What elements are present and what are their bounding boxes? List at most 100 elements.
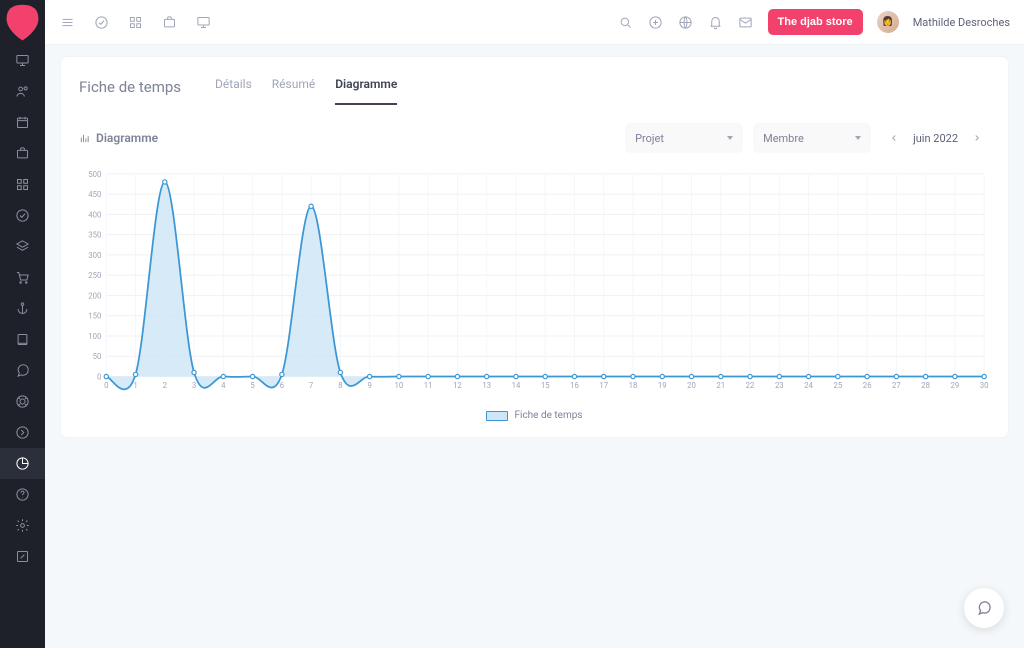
sidebar-item-chat[interactable] (0, 355, 45, 386)
filter-membre[interactable]: Membre (753, 123, 871, 153)
svg-text:24: 24 (804, 381, 813, 390)
sidebar-item-settings[interactable] (0, 510, 45, 541)
svg-text:8: 8 (338, 381, 342, 390)
inbox-button[interactable] (738, 14, 754, 30)
users-icon (15, 84, 30, 99)
add-button[interactable] (648, 14, 664, 30)
svg-text:5: 5 (250, 381, 255, 390)
sidebar (0, 0, 45, 648)
calendar-icon (15, 115, 30, 130)
tab-diagramme[interactable]: Diagramme (335, 69, 397, 105)
layers-icon (15, 239, 30, 254)
svg-text:18: 18 (629, 381, 638, 390)
panel-title: Diagramme (79, 131, 158, 145)
sidebar-item-edit[interactable] (0, 541, 45, 572)
sidebar-item-book[interactable] (0, 324, 45, 355)
svg-text:19: 19 (658, 381, 667, 390)
briefcase-icon (162, 15, 177, 30)
topbar-check[interactable] (93, 14, 109, 30)
svg-text:300: 300 (88, 251, 101, 260)
tab-details[interactable]: Détails (215, 69, 252, 105)
svg-text:9: 9 (367, 381, 371, 390)
topbar: The djab store 👩 Mathilde Desroches (45, 0, 1024, 45)
svg-text:0: 0 (97, 372, 101, 381)
svg-text:14: 14 (512, 381, 521, 390)
topbar-apps[interactable] (127, 14, 143, 30)
svg-text:4: 4 (221, 381, 226, 390)
legend-label: Fiche de temps (514, 410, 582, 421)
svg-text:21: 21 (716, 381, 725, 390)
svg-text:30: 30 (980, 381, 989, 390)
sidebar-item-check[interactable] (0, 200, 45, 231)
svg-text:3: 3 (192, 381, 196, 390)
store-button[interactable]: The djab store (768, 9, 863, 35)
app-logo[interactable] (0, 0, 45, 45)
svg-text:29: 29 (951, 381, 960, 390)
lifebuoy-icon (15, 394, 30, 409)
chart-container: 0501001502002503003504004505000123456789… (61, 165, 1008, 437)
chart-legend: Fiche de temps (79, 410, 990, 421)
svg-text:6: 6 (280, 381, 284, 390)
svg-text:17: 17 (599, 381, 608, 390)
globe-icon (678, 15, 693, 30)
sidebar-item-timesheet[interactable] (0, 448, 45, 479)
menu-toggle[interactable] (59, 14, 75, 30)
svg-text:22: 22 (746, 381, 755, 390)
svg-text:25: 25 (833, 381, 842, 390)
help-circle-icon (15, 487, 30, 502)
chat-icon (15, 363, 30, 378)
gear-icon (15, 518, 30, 533)
avatar[interactable]: 👩 (877, 11, 899, 33)
svg-text:28: 28 (921, 381, 930, 390)
book-icon (15, 332, 30, 347)
sidebar-item-layers[interactable] (0, 231, 45, 262)
sidebar-item-anchor[interactable] (0, 293, 45, 324)
monitor-icon (15, 53, 30, 68)
svg-text:26: 26 (863, 381, 872, 390)
timesheet-chart: 0501001502002503003504004505000123456789… (79, 165, 990, 399)
svg-text:27: 27 (892, 381, 901, 390)
sidebar-item-help[interactable] (0, 479, 45, 510)
anchor-icon (15, 301, 30, 316)
sidebar-item-dashboard[interactable] (0, 45, 45, 76)
filter-projet[interactable]: Projet (625, 123, 743, 153)
svg-text:450: 450 (88, 190, 101, 199)
search-button[interactable] (618, 14, 634, 30)
tab-resume[interactable]: Résumé (272, 69, 315, 105)
chevron-right-icon (972, 133, 982, 143)
svg-text:23: 23 (775, 381, 784, 390)
topbar-brief[interactable] (161, 14, 177, 30)
plus-circle-icon (648, 15, 663, 30)
mail-icon (738, 15, 753, 30)
sidebar-item-people[interactable] (0, 76, 45, 107)
panel-toolbar: Diagramme Projet Membre juin 2022 (61, 105, 1008, 165)
card-header: Fiche de temps Détails Résumé Diagramme (61, 57, 1008, 105)
svg-text:16: 16 (570, 381, 579, 390)
sidebar-item-lifebuoy[interactable] (0, 386, 45, 417)
period-next[interactable] (964, 123, 990, 153)
svg-text:12: 12 (453, 381, 462, 390)
svg-text:13: 13 (482, 381, 491, 390)
pick-icon (0, 0, 45, 45)
user-name: Mathilde Desroches (913, 16, 1010, 29)
bell-icon (708, 15, 723, 30)
topbar-display[interactable] (195, 14, 211, 30)
globe-button[interactable] (678, 14, 694, 30)
sidebar-item-arrow[interactable] (0, 417, 45, 448)
legend-swatch (486, 411, 508, 421)
arrow-right-circle-icon (15, 425, 30, 440)
bar-chart-icon (79, 133, 90, 144)
svg-text:15: 15 (541, 381, 550, 390)
sidebar-item-cart[interactable] (0, 262, 45, 293)
sidebar-item-calendar[interactable] (0, 107, 45, 138)
period-prev[interactable] (881, 123, 907, 153)
sidebar-item-apps[interactable] (0, 169, 45, 200)
period-label: juin 2022 (907, 132, 964, 145)
svg-text:200: 200 (88, 291, 101, 300)
svg-text:1: 1 (133, 381, 137, 390)
chat-fab[interactable] (964, 588, 1004, 628)
timesheet-card: Fiche de temps Détails Résumé Diagramme … (61, 57, 1008, 437)
notifications-button[interactable] (708, 14, 724, 30)
filters: Projet Membre juin 2022 (625, 123, 990, 153)
sidebar-item-briefcase[interactable] (0, 138, 45, 169)
